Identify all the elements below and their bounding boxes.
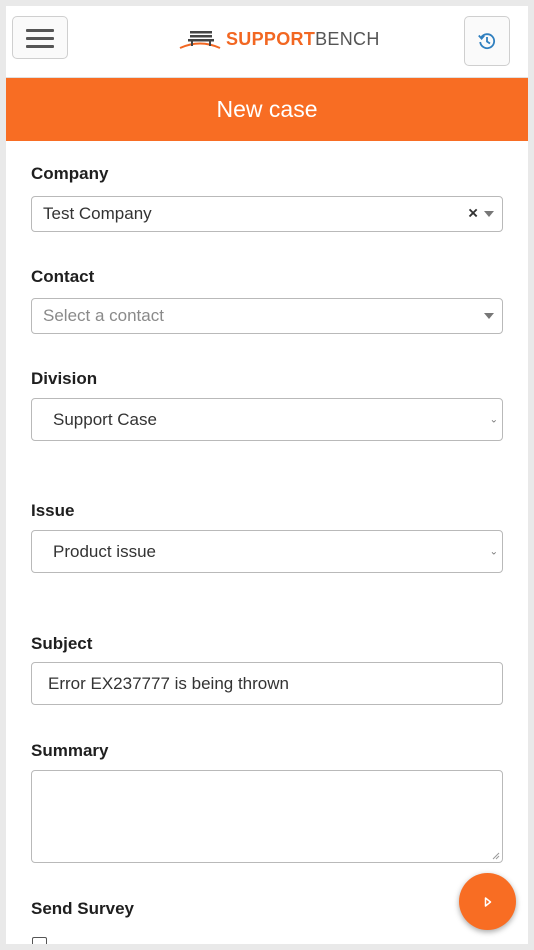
chevron-down-icon [484,211,494,217]
history-button[interactable] [464,16,510,66]
top-bar: SUPPORT BENCH [6,6,528,78]
division-label: Division [31,369,98,388]
send-survey-label: Send Survey [31,899,134,918]
issue-select[interactable]: Product issue ⌄ [31,530,503,573]
summary-textarea[interactable] [31,770,503,863]
send-survey-checkbox[interactable] [32,937,47,944]
subject-label: Subject [31,634,93,653]
brand-secondary-text: BENCH [315,28,380,49]
contact-label: Contact [31,267,95,286]
resize-handle-icon[interactable] [492,852,500,860]
brand-primary-text: SUPPORT [226,28,316,49]
division-value: Support Case [53,409,157,429]
page-title: New case [216,96,318,122]
page-title-band: New case [6,78,528,141]
issue-value: Product issue [53,541,156,561]
chevron-down-icon: ⌄ [489,414,498,425]
issue-label: Issue [31,501,75,520]
chevron-down-icon [484,313,494,319]
play-arrow-icon [484,896,491,907]
app-frame: SUPPORT BENCH New case Company Test Compa… [6,6,528,944]
company-label: Company [31,164,109,183]
menu-button[interactable] [12,16,68,59]
subject-input[interactable]: Error EX237777 is being thrown [31,662,503,705]
bench-icon [179,31,221,49]
company-select[interactable]: Test Company × [31,196,503,232]
contact-select[interactable]: Select a contact [31,298,503,334]
submit-fab-button[interactable] [459,873,516,930]
contact-placeholder: Select a contact [43,306,164,325]
summary-label: Summary [31,741,109,760]
subject-value: Error EX237777 is being thrown [48,673,289,693]
clear-company-icon[interactable]: × [468,204,478,224]
division-select[interactable]: Support Case ⌄ [31,398,503,441]
brand-logo: SUPPORT BENCH [178,24,380,54]
history-icon [478,33,496,50]
chevron-down-icon: ⌄ [489,546,498,557]
company-value: Test Company [43,204,152,223]
